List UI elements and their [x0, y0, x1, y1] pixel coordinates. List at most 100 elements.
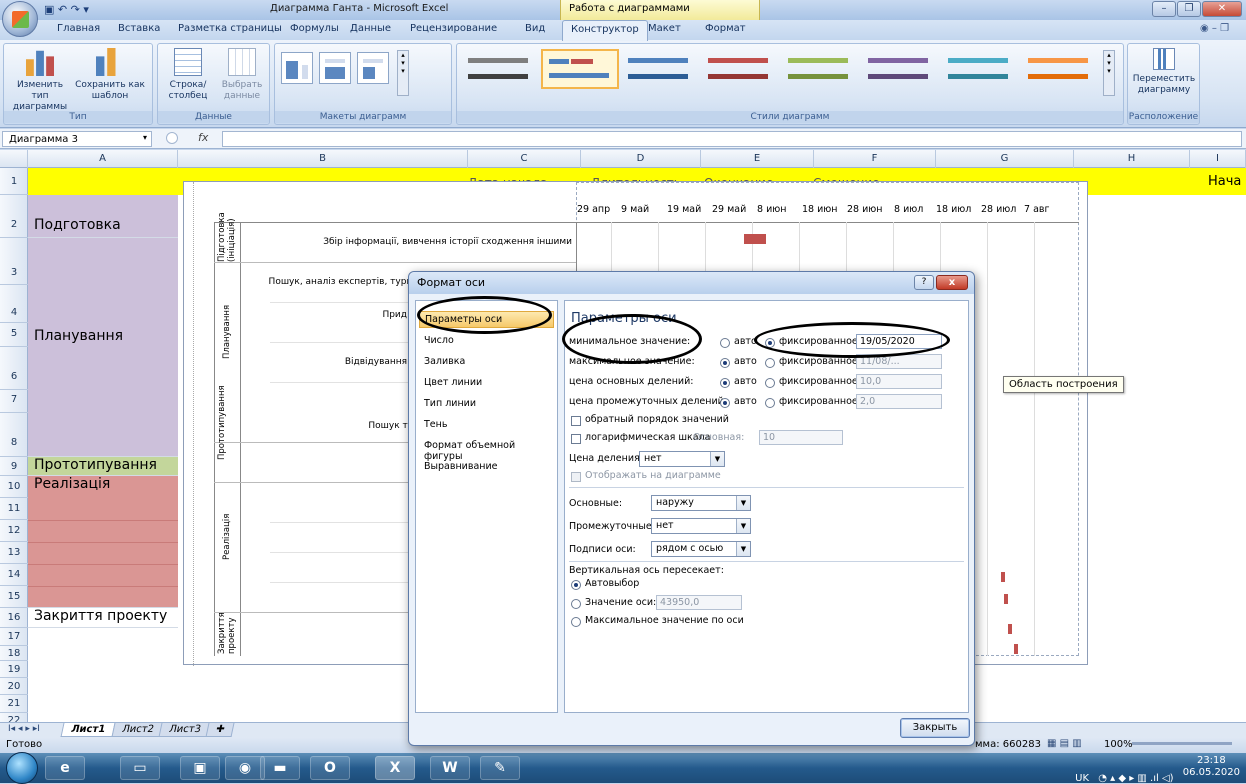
row-header[interactable]: 18 [0, 646, 28, 661]
row-header[interactable]: 6 [0, 347, 28, 390]
tray-icons[interactable]: ◔ ▴ ◆ ▸ ▥ .ıl ◁) [1098, 773, 1173, 784]
nav-line-color[interactable]: Цвет линии [419, 375, 554, 390]
sheet-nav-icon[interactable]: I◂ ◂ ▸ ▸I [8, 724, 40, 734]
row-header[interactable]: 15 [0, 586, 28, 608]
column-header[interactable]: B [178, 150, 468, 168]
chart-style-6[interactable] [861, 49, 939, 89]
max-value-input[interactable]: 11/08/... [856, 354, 942, 369]
min-value-input[interactable]: 19/05/2020 [856, 334, 942, 349]
styles-scroll[interactable]: ▴ ▾ ▾ [1103, 50, 1115, 96]
close-button[interactable]: Закрыть [900, 718, 970, 738]
crosses-value-radio[interactable] [571, 599, 581, 609]
change-chart-type-button[interactable]: Изменить тип диаграммы [8, 48, 72, 113]
row-header[interactable]: 2 [0, 195, 28, 238]
paint-icon[interactable]: ✎ [480, 756, 520, 780]
office-button[interactable] [2, 1, 38, 37]
column-header[interactable]: D [581, 150, 701, 168]
new-sheet-icon[interactable]: ✚ [205, 723, 235, 737]
formula-input[interactable] [222, 131, 1242, 147]
nav-axis-options[interactable]: Параметры оси [419, 311, 554, 328]
gantt-bar[interactable] [1001, 572, 1005, 582]
phase-cell-preparation[interactable]: Подготовка (ініціація) [28, 195, 178, 293]
row-header[interactable]: 20 [0, 678, 28, 695]
row-header[interactable]: 9 [0, 457, 28, 476]
tab-format[interactable]: Формат [705, 23, 746, 34]
outlook-icon[interactable]: ▣ [180, 756, 220, 780]
column-header[interactable]: I [1190, 150, 1246, 168]
horizontal-axis[interactable] [576, 222, 1079, 223]
chart-style-5[interactable] [781, 49, 859, 89]
row-header[interactable]: 10 [0, 476, 28, 498]
crosses-auto-radio[interactable] [571, 580, 581, 590]
nav-fill[interactable]: Заливка [419, 354, 554, 369]
view-buttons[interactable]: ▦ ▤ ▥ [1047, 738, 1082, 749]
start-icon[interactable] [6, 752, 38, 784]
tab-design[interactable]: Конструктор [562, 20, 648, 41]
layout-1-thumb[interactable] [281, 52, 313, 84]
chart-style-8[interactable] [1021, 49, 1099, 89]
row-header[interactable]: 21 [0, 695, 28, 713]
tab-page-layout[interactable]: Разметка страницы [178, 23, 282, 34]
chart-border-handle[interactable] [184, 182, 194, 666]
zoom-slider[interactable] [1132, 742, 1232, 745]
max-auto-radio[interactable] [720, 358, 730, 368]
column-header[interactable]: G [936, 150, 1074, 168]
reverse-order-checkbox[interactable] [571, 416, 581, 426]
fx-icon[interactable]: fx [198, 131, 208, 144]
word-icon[interactable]: W [430, 756, 470, 780]
gantt-bar[interactable] [1008, 624, 1012, 634]
phase-cell-prototyping[interactable]: Прототипування [28, 457, 178, 476]
internet-explorer-icon[interactable]: e [45, 756, 85, 780]
row-header[interactable]: 3 [0, 238, 28, 285]
layout-2-thumb[interactable] [319, 52, 351, 84]
sheet-tab[interactable]: Лист1 [60, 723, 116, 737]
log-scale-checkbox[interactable] [571, 434, 581, 444]
sheet-tab[interactable]: Лист3 [158, 723, 212, 737]
select-all-corner[interactable] [0, 150, 28, 168]
sheet-tab[interactable]: Лист2 [111, 723, 165, 737]
minor-value-input[interactable]: 2,0 [856, 394, 942, 409]
major-fixed-radio[interactable] [765, 378, 775, 388]
zoom-level[interactable]: 100% [1104, 739, 1133, 750]
nav-number[interactable]: Число [419, 333, 554, 348]
crosses-value-input[interactable]: 43950,0 [656, 595, 742, 610]
name-box[interactable]: Диаграмма 3 ▾ [2, 131, 152, 147]
gantt-bar[interactable] [1004, 594, 1008, 604]
gantt-bar[interactable] [744, 234, 766, 244]
opera-icon[interactable]: O [310, 756, 350, 780]
help-icon[interactable]: ◉ – ❐ [1200, 23, 1229, 34]
nav-shadow[interactable]: Тень [419, 417, 554, 432]
crosses-max-radio[interactable] [571, 617, 581, 627]
save-as-template-button[interactable]: Сохранить как шаблон [74, 48, 146, 102]
chart-style-1[interactable] [461, 49, 539, 89]
tab-view[interactable]: Вид [525, 23, 545, 34]
select-data-button[interactable]: Выбрать данные [216, 48, 268, 102]
layouts-scroll[interactable]: ▴ ▾ ▾ [397, 50, 409, 96]
restore-icon[interactable]: ❐ [1177, 1, 1201, 17]
chart-style-2[interactable] [541, 49, 619, 89]
row-header[interactable]: 19 [0, 661, 28, 678]
close-icon[interactable]: ✕ [1202, 1, 1242, 17]
gantt-bar[interactable] [1014, 644, 1018, 654]
row-header[interactable]: 4 [0, 285, 28, 323]
chart-style-7[interactable] [941, 49, 1019, 89]
row-header[interactable]: 7 [0, 390, 28, 413]
phase-cell-closing[interactable]: Закриття проекту [28, 608, 178, 628]
minor-fixed-radio[interactable] [765, 398, 775, 408]
row-header[interactable]: 13 [0, 542, 28, 564]
quick-access-toolbar[interactable]: ▣ ↶ ↷ ▾ [44, 3, 89, 16]
file-explorer-icon[interactable]: ▭ [120, 756, 160, 780]
row-header[interactable]: 8 [0, 413, 28, 457]
row-header[interactable]: 17 [0, 628, 28, 646]
row-header[interactable]: 1 [0, 168, 28, 195]
row-header[interactable]: 12 [0, 520, 28, 542]
chart-style-4[interactable] [701, 49, 779, 89]
tab-review[interactable]: Рецензирование [410, 23, 497, 34]
row-header[interactable]: 5 [0, 323, 28, 347]
chrome-icon[interactable]: ◉ [225, 756, 265, 780]
tab-data[interactable]: Данные [350, 23, 391, 34]
min-auto-radio[interactable] [720, 338, 730, 348]
nav-alignment[interactable]: Выравнивание [419, 459, 554, 474]
min-fixed-radio[interactable] [765, 338, 775, 348]
language-indicator[interactable]: UK [1075, 773, 1089, 784]
